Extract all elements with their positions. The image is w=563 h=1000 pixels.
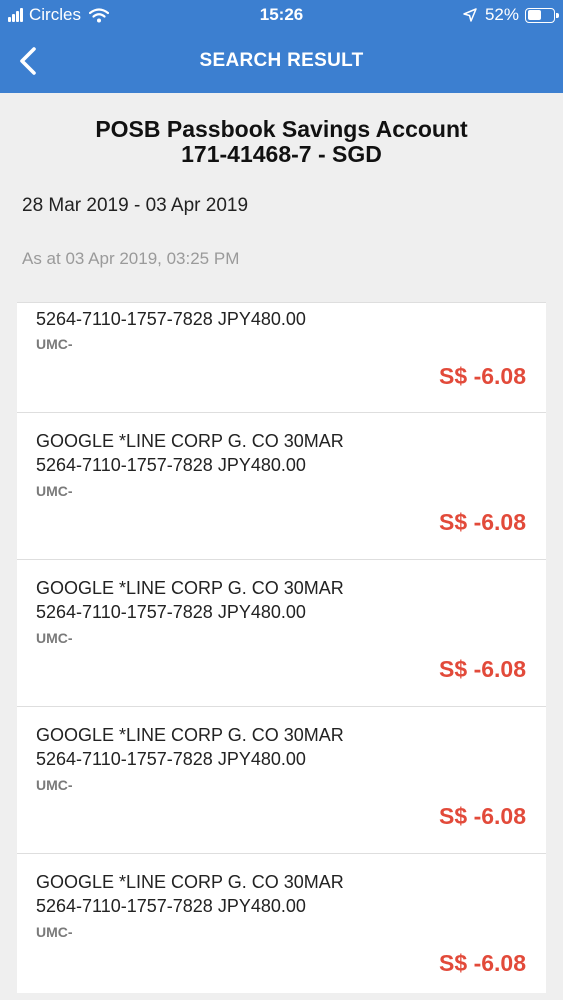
location-arrow-icon (463, 8, 477, 22)
transaction-amount: S$ -6.08 (439, 656, 526, 682)
transaction-card-info: 5264-7110-1757-7828 JPY480.00 (36, 455, 306, 475)
transaction-row[interactable]: GOOGLE *LINE CORP G. CO 30MAR 5264-7110-… (17, 412, 546, 559)
account-name: POSB Passbook Savings Account (95, 116, 468, 142)
transaction-row[interactable]: 5264-7110-1757-7828 JPY480.00 UMC- S$ -6… (17, 302, 546, 412)
transaction-amount: S$ -6.08 (439, 509, 526, 535)
transaction-row[interactable]: GOOGLE *LINE CORP G. CO 30MAR 5264-7110-… (17, 853, 546, 993)
transaction-description: GOOGLE *LINE CORP G. CO 30MAR (36, 431, 344, 451)
status-bar: Circles 15:26 52% (0, 0, 563, 30)
page-title: SEARCH RESULT (199, 50, 364, 71)
transaction-amount: S$ -6.08 (439, 803, 526, 829)
transaction-description: GOOGLE *LINE CORP G. CO 30MAR (36, 872, 344, 892)
transaction-description: GOOGLE *LINE CORP G. CO 30MAR (36, 725, 344, 745)
transaction-amount: S$ -6.08 (439, 950, 526, 976)
account-summary: POSB Passbook Savings Account 171-41468-… (0, 93, 563, 302)
navigation-bar: SEARCH RESULT (0, 30, 563, 93)
transaction-code: UMC- (36, 630, 73, 646)
battery-percent: 52% (484, 5, 519, 24)
transaction-row[interactable]: GOOGLE *LINE CORP G. CO 30MAR 5264-7110-… (17, 559, 546, 706)
transaction-code: UMC- (36, 483, 73, 499)
account-number: 171-41468-7 - SGD (181, 141, 382, 167)
app-header: Circles 15:26 52% SEARCH RESULT (0, 0, 563, 93)
transaction-code: UMC- (36, 777, 73, 793)
transaction-code: UMC- (36, 924, 73, 940)
battery-icon (525, 7, 559, 23)
transaction-card-info: 5264-7110-1757-7828 JPY480.00 (36, 309, 306, 329)
transaction-code: UMC- (36, 336, 73, 352)
account-heading: POSB Passbook Savings Account 171-41468-… (0, 117, 563, 167)
as-at-timestamp: As at 03 Apr 2019, 03:25 PM (22, 249, 240, 268)
transaction-card-info: 5264-7110-1757-7828 JPY480.00 (36, 896, 306, 916)
transaction-amount: S$ -6.08 (439, 363, 526, 389)
transaction-row[interactable]: GOOGLE *LINE CORP G. CO 30MAR 5264-7110-… (17, 706, 546, 853)
transaction-card-info: 5264-7110-1757-7828 JPY480.00 (36, 602, 306, 622)
status-right: 52% (463, 5, 559, 25)
transaction-card-info: 5264-7110-1757-7828 JPY480.00 (36, 749, 306, 769)
date-range: 28 Mar 2019 - 03 Apr 2019 (22, 195, 249, 216)
transaction-description: GOOGLE *LINE CORP G. CO 30MAR (36, 578, 344, 598)
